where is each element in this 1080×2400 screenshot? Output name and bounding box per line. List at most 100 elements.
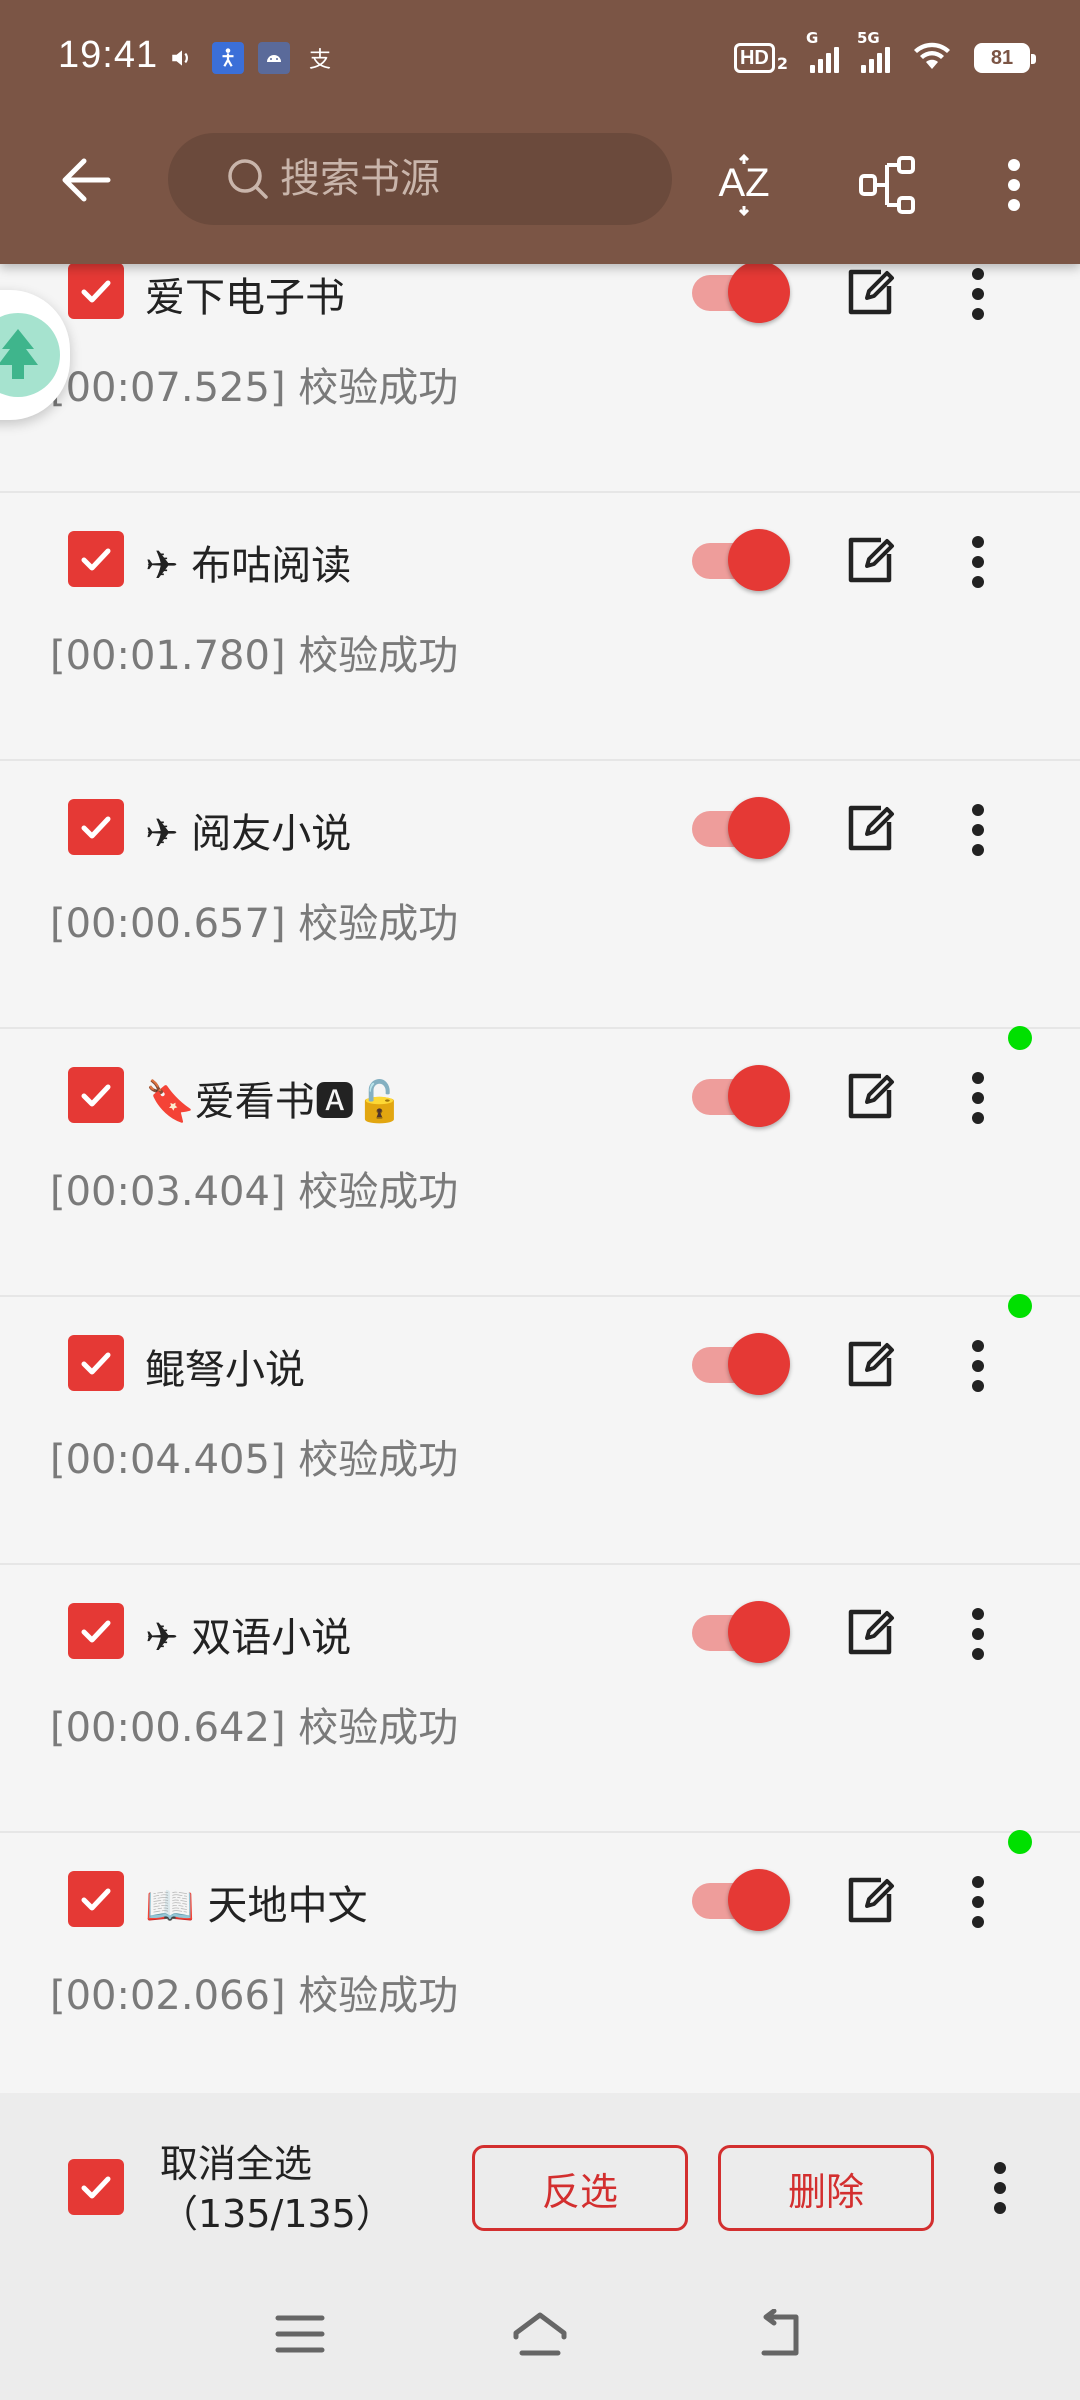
signal-icon: G [806,29,839,73]
menu-icon [275,2315,325,2353]
source-checkbox[interactable] [68,1603,124,1659]
enable-toggle[interactable] [690,797,790,861]
edit-icon [848,269,894,315]
source-more-button[interactable] [948,527,1008,597]
check-icon [81,1888,111,1911]
enable-toggle[interactable] [690,1869,790,1933]
volume-icon [166,42,198,74]
edit-source-button[interactable] [840,1067,900,1127]
source-checkbox[interactable] [68,1067,124,1123]
more-options-button[interactable] [974,145,1054,225]
source-check-status: [00:00.642] 校验成功 [50,1705,459,1751]
back-nav-button[interactable] [740,2299,820,2369]
action-more-button[interactable] [970,2153,1030,2223]
search-box[interactable] [168,133,672,225]
check-icon [81,1620,111,1643]
enable-toggle[interactable] [690,261,790,325]
home-icon [513,2312,567,2356]
home-nav-button[interactable] [500,2299,580,2369]
check-icon [81,280,111,303]
source-list: 爱下电子书 [00:07.525] 校验成功 ✈ 布咕阅读 [00:01.780] 校… [0,222,1080,2101]
sort-button[interactable]: AZ [704,145,784,225]
online-indicator-dot [1008,1026,1032,1050]
source-more-button[interactable] [948,1331,1008,1401]
check-icon [81,1084,111,1107]
source-checkbox[interactable] [68,1871,124,1927]
edit-icon [848,537,894,583]
source-checkbox[interactable] [68,1335,124,1391]
source-more-button[interactable] [948,1599,1008,1669]
edit-icon [848,805,894,851]
source-check-status: [00:07.525] 校验成功 [50,365,459,411]
select-all-checkbox[interactable] [68,2159,124,2215]
online-indicator-dot [1008,1294,1032,1318]
sort-az-icon: AZ [718,153,770,217]
source-row[interactable]: 鲲弩小说 [00:04.405] 校验成功 [0,1294,1080,1565]
source-row[interactable]: ✈ 布咕阅读 [00:01.780] 校验成功 [0,493,1080,761]
search-icon [228,159,268,199]
back-button[interactable] [50,145,120,215]
battery-icon: 81 [974,43,1036,73]
svg-text:AZ: AZ [718,161,769,205]
source-check-status: [00:03.404] 校验成功 [50,1169,459,1215]
edit-source-button[interactable] [840,531,900,591]
toolbar: AZ [0,115,1080,264]
edit-icon [848,1073,894,1119]
edit-source-button[interactable] [840,1335,900,1395]
source-more-button[interactable] [948,1063,1008,1133]
online-indicator-dot [1008,1830,1032,1854]
source-row[interactable]: ✈ 阅友小说 [00:00.657] 校验成功 [0,761,1080,1029]
more-vertical-icon [1008,159,1020,211]
selection-action-bar: 取消全选 （135/135） 反选 删除 [0,2093,1080,2273]
toggle-thumb [728,1065,790,1127]
source-more-button[interactable] [948,795,1008,865]
more-vertical-icon [972,1876,984,1928]
group-button[interactable] [848,145,928,225]
edit-icon [848,1341,894,1387]
status-notification-icons: 支 [166,40,336,76]
source-checkbox[interactable] [68,531,124,587]
source-checkbox[interactable] [68,799,124,855]
source-row[interactable]: 爱下电子书 [00:07.525] 校验成功 [0,222,1080,493]
source-checkbox[interactable] [68,263,124,319]
enable-toggle[interactable] [690,1333,790,1397]
toggle-thumb [728,1869,790,1931]
edit-source-button[interactable] [840,1603,900,1663]
check-icon [81,2176,111,2199]
enable-toggle[interactable] [690,1065,790,1129]
enable-toggle[interactable] [690,1601,790,1665]
status-bar: 19:41 支 HD 2 G 5G 81 [0,0,1080,115]
enable-toggle[interactable] [690,529,790,593]
source-name: 鲲弩小说 [145,1347,305,1393]
edit-source-button[interactable] [840,1871,900,1931]
deselect-all-label[interactable]: 取消全选 [160,2139,312,2189]
source-row[interactable]: 📖 天地中文 [00:02.066] 校验成功 [0,1830,1080,2101]
source-name: 🔖爱看书🅰🔓 [145,1079,405,1125]
edit-icon [848,1609,894,1655]
source-check-status: [00:02.066] 校验成功 [50,1973,459,2019]
source-check-status: [00:04.405] 校验成功 [50,1437,459,1483]
more-vertical-icon [994,2162,1006,2214]
source-row[interactable]: ✈ 双语小说 [00:00.642] 校验成功 [0,1565,1080,1833]
invert-selection-button[interactable]: 反选 [472,2145,688,2231]
input-method-icon: 支 [308,48,331,73]
search-input[interactable] [278,155,638,203]
hd-voice-icon: HD 2 [733,43,788,73]
status-system-icons: HD 2 G 5G 81 [733,29,1036,78]
menu-nav-button[interactable] [260,2299,340,2369]
edit-source-button[interactable] [840,263,900,323]
edit-icon [848,1877,894,1923]
more-vertical-icon [972,536,984,588]
selection-count: （135/135） [160,2192,394,2236]
toggle-thumb [728,797,790,859]
source-more-button[interactable] [948,259,1008,329]
arrow-left-icon [62,158,111,202]
delete-button[interactable]: 删除 [718,2145,934,2231]
source-row[interactable]: 🔖爱看书🅰🔓 [00:03.404] 校验成功 [0,1026,1080,1297]
accessibility-icon [212,42,244,74]
source-more-button[interactable] [948,1867,1008,1937]
edit-source-button[interactable] [840,799,900,859]
more-vertical-icon [972,268,984,320]
source-name: ✈ 阅友小说 [145,811,352,857]
source-name: 爱下电子书 [145,275,345,321]
